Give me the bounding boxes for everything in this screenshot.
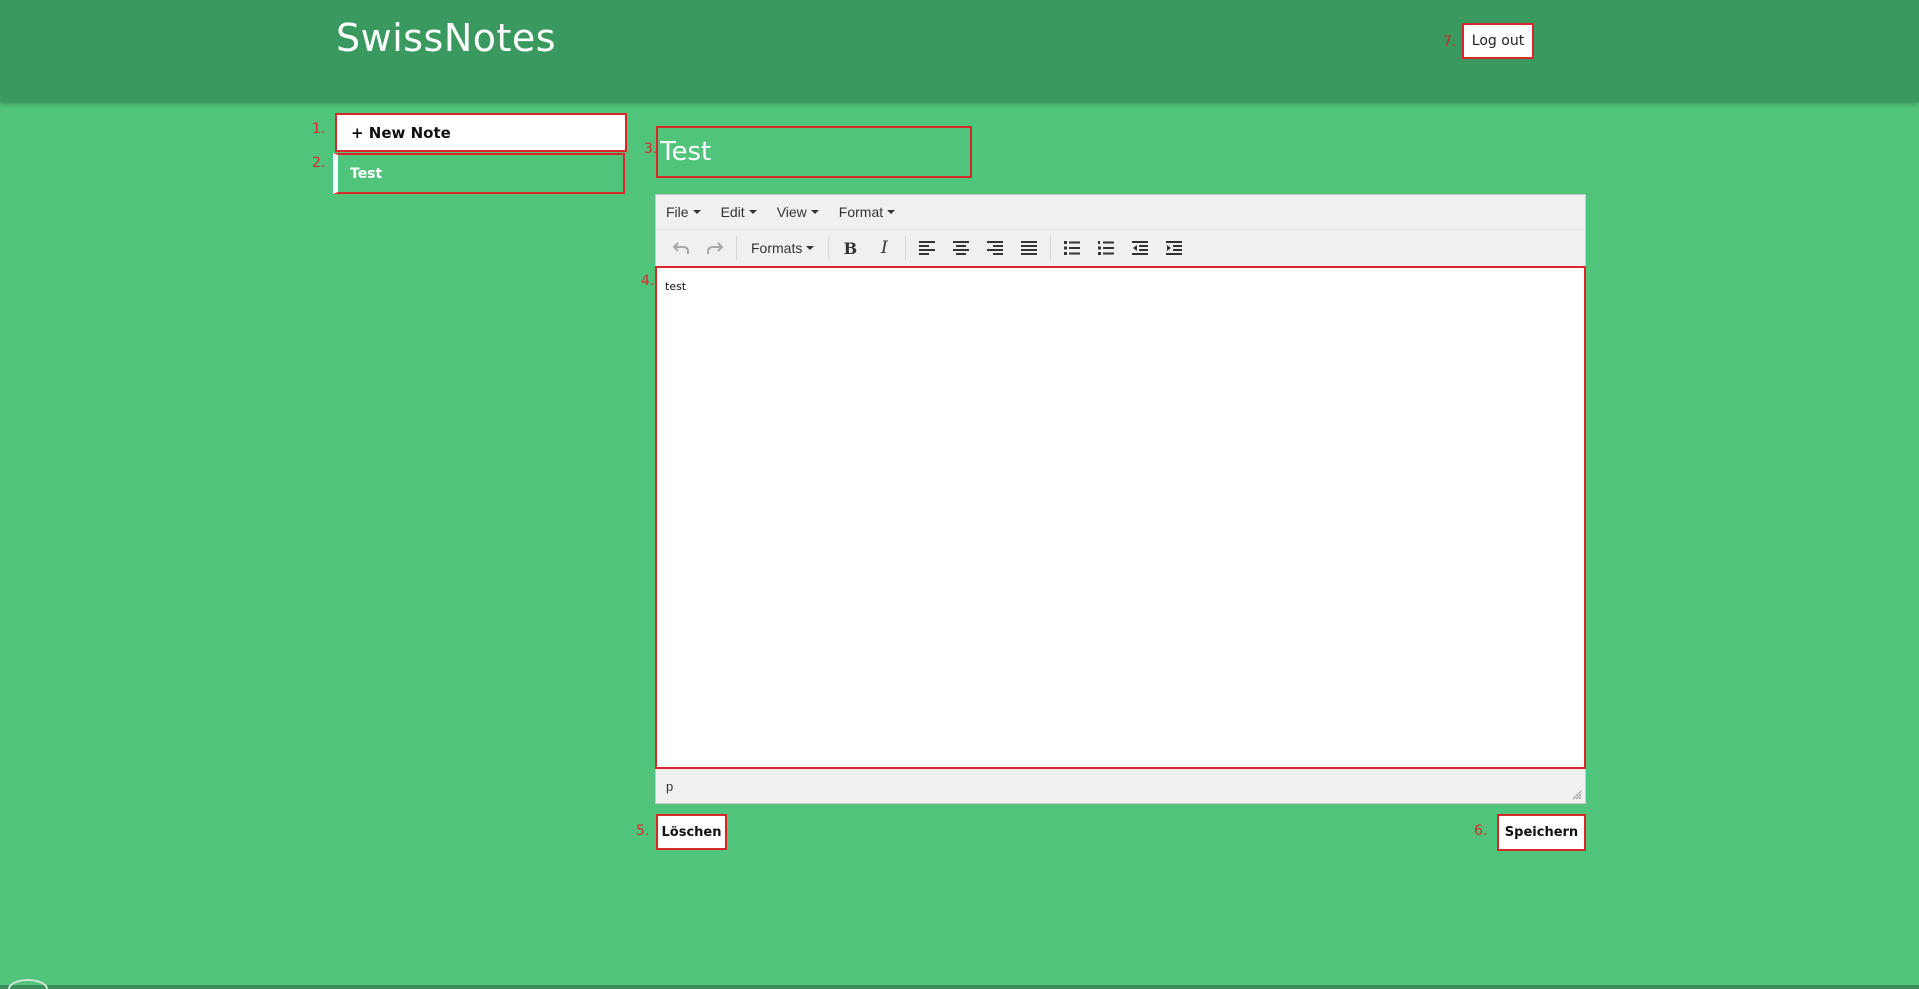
menu-file-label: File xyxy=(666,204,689,220)
chevron-down-icon xyxy=(887,210,896,214)
menu-view[interactable]: View xyxy=(777,204,819,220)
app-header: SwissNotes 7. Log out xyxy=(0,0,1919,102)
chevron-down-icon xyxy=(692,210,701,214)
chevron-down-icon xyxy=(806,246,815,250)
annotation-2: 2. xyxy=(312,155,326,171)
annotation-1: 1. xyxy=(312,121,326,137)
note-list-item[interactable]: Test xyxy=(333,153,625,194)
align-right-icon[interactable] xyxy=(978,233,1012,263)
align-left-icon[interactable] xyxy=(910,233,944,263)
note-content-paragraph: test xyxy=(665,280,687,293)
menu-view-label: View xyxy=(776,204,807,220)
annotation-7: 7. xyxy=(1443,34,1457,50)
note-content-editor[interactable]: test xyxy=(655,266,1586,769)
align-center-icon[interactable] xyxy=(944,233,978,263)
note-title-input[interactable] xyxy=(656,126,972,178)
redo-icon[interactable] xyxy=(698,233,732,263)
new-note-button[interactable]: + New Note xyxy=(335,113,627,152)
toolbar-divider xyxy=(736,236,737,260)
toolbar-divider xyxy=(1050,236,1052,260)
chevron-down-icon xyxy=(748,210,757,214)
save-button[interactable]: Speichern xyxy=(1497,814,1586,851)
indent-icon[interactable] xyxy=(1157,233,1191,263)
delete-button[interactable]: Löschen xyxy=(656,814,727,850)
editor-statusbar: p xyxy=(656,769,1585,803)
annotation-4: 4. xyxy=(641,273,655,289)
formats-dropdown[interactable]: Formats xyxy=(741,233,824,263)
formats-label: Formats xyxy=(751,240,803,256)
logout-button[interactable]: Log out xyxy=(1462,23,1534,59)
rich-text-editor: File Edit View Format Formats B I test p xyxy=(655,194,1586,804)
annotation-6: 6. xyxy=(1474,823,1488,839)
toolbar-divider xyxy=(905,236,907,260)
undo-icon[interactable] xyxy=(664,233,698,263)
numbered-list-icon[interactable] xyxy=(1089,233,1123,263)
editor-toolbar: Formats B I xyxy=(656,230,1585,266)
align-justify-icon[interactable] xyxy=(1012,233,1046,263)
resize-handle-icon[interactable] xyxy=(1572,790,1582,800)
bold-icon[interactable]: B xyxy=(833,233,867,263)
start-button[interactable] xyxy=(8,979,48,989)
taskbar-edge xyxy=(0,985,1919,989)
chevron-down-icon xyxy=(810,210,819,214)
outdent-icon[interactable] xyxy=(1123,233,1157,263)
bullet-list-icon[interactable] xyxy=(1055,233,1089,263)
editor-menubar: File Edit View Format xyxy=(656,195,1585,230)
menu-format-label: Format xyxy=(838,204,884,220)
app-title: SwissNotes xyxy=(336,16,557,60)
toolbar-divider xyxy=(828,236,830,260)
menu-format[interactable]: Format xyxy=(838,204,896,220)
menu-edit-label: Edit xyxy=(720,204,745,220)
annotation-5: 5. xyxy=(636,823,650,839)
italic-icon[interactable]: I xyxy=(867,233,901,263)
menu-file[interactable]: File xyxy=(666,204,701,220)
element-path[interactable]: p xyxy=(666,779,673,794)
menu-edit[interactable]: Edit xyxy=(721,204,757,220)
